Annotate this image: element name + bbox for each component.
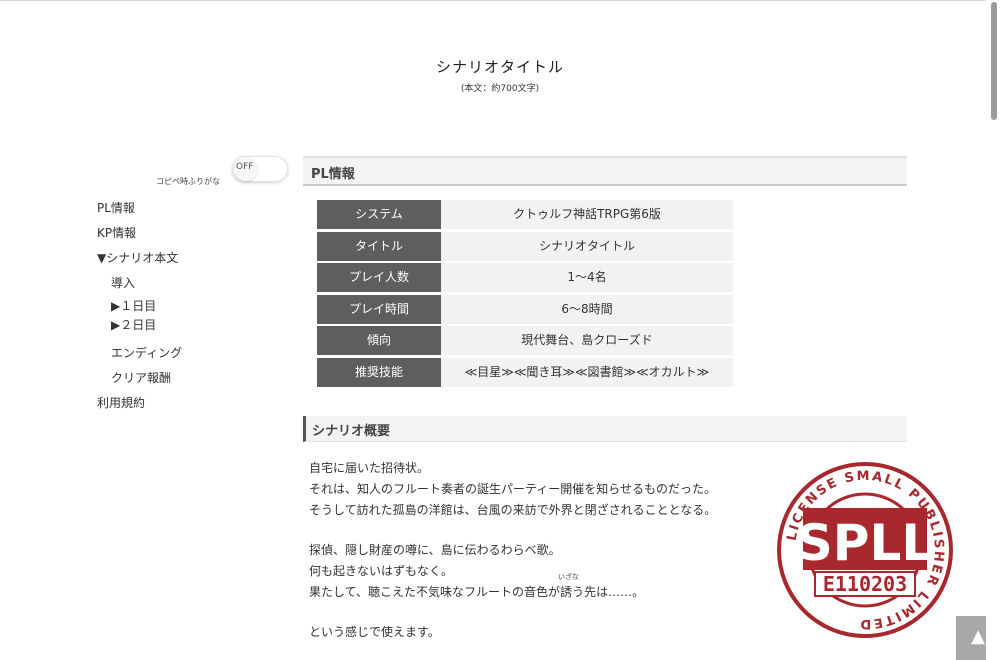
overview-line: 果たして、聴こえた不気味なフルートの音色が いざな 誘う先は……。 [309,573,789,603]
table-key: プレイ時間 [317,294,449,324]
sidebar-item-pl-info[interactable]: PL情報 [97,196,277,221]
sidebar-item-ending[interactable]: エンディング [97,341,277,366]
furigana-toggle-label: コピペ時ふりがな [156,177,220,186]
overview-line: 自宅に届いた招待状。 [309,461,430,475]
furigana-toggle-group: コピペ時ふりがな OFF [156,156,290,186]
spll-license-seal: LICENSE SMALL PUBLISHER LIMITED SPLL E11… [777,462,953,638]
table-row: プレイ時間 6〜8時間 [317,294,733,324]
sidebar-item-scenario-body[interactable]: ▼シナリオ本文 [97,246,277,271]
overview-line: 探偵、隠し財産の噂に、島に伝わるわらべ歌。 [309,543,561,557]
sidebar-item-day2[interactable]: ▶︎２日目 [97,316,277,341]
scrollbar-thumb[interactable] [991,2,997,120]
sidebar-item-intro[interactable]: 導入 [97,271,277,296]
overview-text: 自宅に届いた招待状。 それは、知人のフルート奏者の誕生パーティー開催を知らせるも… [309,458,789,643]
section-header-pl-info: PL情報 [303,156,907,186]
table-value: 1〜4名 [441,263,733,292]
table-row: 傾向 現代舞台、島クローズド [317,326,733,355]
page-title: シナリオタイトル [435,58,564,76]
table-key: プレイ人数 [317,263,449,292]
seal-code: E110203 [823,572,907,596]
overview-line: 何も起きないはずもなく。 [309,564,454,578]
overview-line: そうして訪れた孤島の洋館は、台風の来訪で外界と閉ざされることとなる。 [309,503,717,517]
toggle-state: OFF [236,162,254,172]
table-key: タイトル [317,231,449,261]
top-border [0,0,1000,1]
overview-line-part: う先は……。 [572,585,645,599]
info-table: システム クトゥルフ神話TRPG第6版 タイトル シナリオタイトル プレイ人数 … [317,200,733,389]
page-subtitle: (本文：約700文字) [460,84,540,94]
section-title-pl-info: PL情報 [311,167,355,182]
sidebar-item-clear-reward[interactable]: クリア報酬 [97,366,277,391]
sidebar-nav: PL情報 KP情報 ▼シナリオ本文 導入 ▶︎１日目 ▶︎２日目 エンディング … [97,196,277,416]
seal-logo: SPLL [797,514,933,572]
table-row: プレイ人数 1〜4名 [317,263,733,292]
section-title-overview: シナリオ概要 [312,424,391,439]
ruby-word: いざな誘 [558,573,579,603]
table-key: 傾向 [317,326,449,355]
ruby-base: 誘 [560,585,573,599]
table-value: 現代舞台、島クローズド [441,326,733,355]
table-value: シナリオタイトル [441,231,733,261]
table-value: 6〜8時間 [441,294,733,324]
table-row: タイトル シナリオタイトル [317,231,733,261]
table-key: 推奨技能 [317,357,449,387]
table-value: ≪目星≫≪聞き耳≫≪図書館≫≪オカルト≫ [441,357,733,387]
table-key: システム [317,200,449,229]
ruby-reading: いざな [558,573,580,581]
furigana-toggle[interactable]: OFF [232,156,288,182]
table-value: クトゥルフ神話TRPG第6版 [441,200,733,229]
table-row: システム クトゥルフ神話TRPG第6版 [317,200,733,229]
page-scrollbar[interactable] [986,0,1000,660]
sidebar-item-day1[interactable]: ▶︎１日目 [97,296,277,316]
overview-line: という感じで使えます。 [309,625,440,639]
sidebar-item-terms[interactable]: 利用規約 [97,391,277,416]
sidebar-item-kp-info[interactable]: KP情報 [97,221,277,246]
overview-line-part: 果たして、聴こえた不気味なフルートの音色が [309,585,561,599]
overview-line: それは、知人のフルート奏者の誕生パーティー開催を知らせるものだった。 [309,482,717,496]
section-header-overview: シナリオ概要 [303,416,907,442]
table-row: 推奨技能 ≪目星≫≪聞き耳≫≪図書館≫≪オカルト≫ [317,357,733,387]
